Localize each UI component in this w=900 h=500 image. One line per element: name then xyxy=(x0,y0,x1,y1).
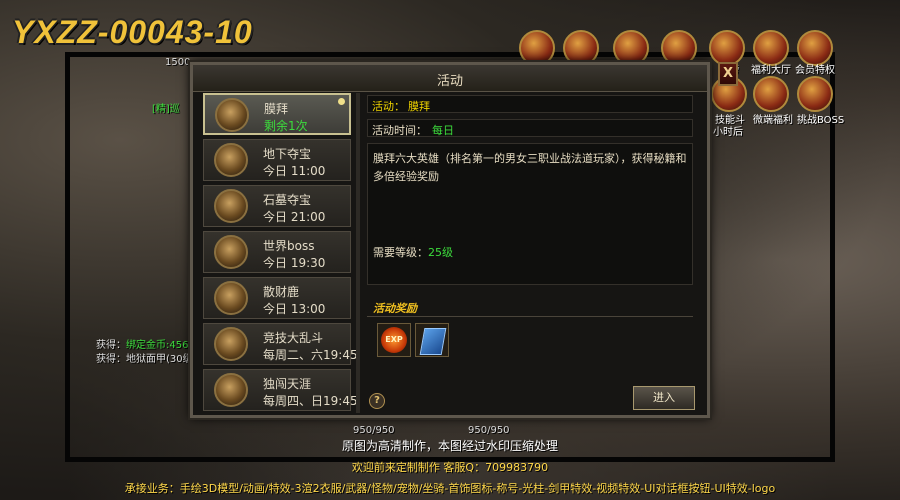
skill-book-reward-icon[interactable] xyxy=(415,323,449,357)
crossed-swords-icon xyxy=(214,327,248,361)
top-label-client: 微端福利 xyxy=(753,115,793,126)
world-boss-icon xyxy=(214,235,248,269)
activity-time: 今日 13:00 xyxy=(263,302,326,316)
top-icon-3[interactable] xyxy=(613,30,649,66)
hud-top-value: 1500 xyxy=(165,57,191,68)
activity-name: 竞技大乱斗 xyxy=(263,331,324,345)
activity-time: 今日 21:00 xyxy=(263,210,326,224)
gain-line-1: 获得：绑定金币:456 xyxy=(96,336,188,351)
top-icon-4[interactable] xyxy=(661,30,697,66)
activity-list-scrollbar[interactable] xyxy=(356,93,360,413)
watermark-line-1: 原图为高清制作，本图经过水印压缩处理 xyxy=(341,439,558,453)
activity-item-worship[interactable]: 膜拜 剩余1次 xyxy=(203,93,351,135)
activity-time: 剩余1次 xyxy=(264,119,308,133)
time-label: 活动时间： xyxy=(372,124,427,137)
activity-item-underground-treasure[interactable]: 地下夺宝 今日 11:00 xyxy=(203,139,351,181)
activity-time: 今日 11:00 xyxy=(263,164,326,178)
enter-button[interactable]: 进入 xyxy=(633,386,695,410)
help-icon[interactable]: ? xyxy=(369,393,385,409)
close-button[interactable]: X xyxy=(718,62,738,86)
activity-item-gold-deer[interactable]: 散财鹿 今日 13:00 xyxy=(203,277,351,319)
activity-item-solo-journey[interactable]: 独闯天涯 每周四、日19:45 xyxy=(203,369,358,411)
top-icon-5[interactable] xyxy=(709,30,745,66)
reward-heading: 活动奖励 xyxy=(373,302,417,315)
activity-time: 今日 19:30 xyxy=(263,256,326,270)
activity-name: 石墓夺宝 xyxy=(263,193,312,207)
top-label-countdown: 小时后 xyxy=(713,127,743,138)
activity-name: 世界boss xyxy=(263,239,315,253)
notification-dot-icon xyxy=(338,98,345,105)
exp-reward-icon[interactable]: EXP xyxy=(377,323,411,357)
watermark-line-3: 承接业务：手绘3D模型/动画/特效-3渲2衣服/武器/怪物/宠物/坐骑-首饰图标… xyxy=(124,482,776,495)
warrior-icon xyxy=(214,373,248,407)
activity-time: 每周二、六19:45 xyxy=(263,348,358,362)
gain-value: 地狱面甲(30级) xyxy=(126,354,197,365)
gold-ingot-icon xyxy=(214,281,248,315)
exp-orb: EXP xyxy=(381,327,407,353)
dialog-title-bar[interactable]: 活动 xyxy=(193,65,707,92)
client-welfare-icon[interactable] xyxy=(753,76,789,112)
activity-value: 膜拜 xyxy=(408,100,430,113)
description-box: 膜拜六大英雄（排名第一的男女三职业战法道玩家），获得秘籍和多倍经验奖励 需要等级… xyxy=(367,143,693,285)
hp-readout-left: 950/950 xyxy=(353,425,395,436)
hp-readout-right: 950/950 xyxy=(468,425,510,436)
hud-left-tag: [精]巡 xyxy=(152,104,180,115)
activity-item-world-boss[interactable]: 世界boss 今日 19:30 xyxy=(203,231,351,273)
underground-treasure-icon xyxy=(214,143,248,177)
top-icon-2[interactable] xyxy=(563,30,599,66)
activity-name: 独闯天涯 xyxy=(263,377,312,391)
activity-label: 活动： xyxy=(372,100,405,113)
worship-icon xyxy=(215,98,249,132)
time-value: 每日 xyxy=(432,124,454,137)
watermark-title: YXZZ-00043-10 xyxy=(12,14,253,50)
top-label-welfare: 福利大厅 xyxy=(751,65,791,76)
activity-item-arena-brawl[interactable]: 竞技大乱斗 每周二、六19:45 xyxy=(203,323,358,365)
level-requirement: 需要等级：25级 xyxy=(373,244,453,260)
dialog-title: 活动 xyxy=(436,74,463,89)
activity-name: 地下夺宝 xyxy=(263,147,312,161)
top-label-boss: 挑战BOSS xyxy=(797,115,845,126)
activity-time-row: 活动时间： 每日 xyxy=(367,119,693,137)
activity-name: 膜拜 xyxy=(264,102,289,116)
boss-challenge-icon[interactable] xyxy=(797,76,833,112)
activity-item-tomb-treasure[interactable]: 石墓夺宝 今日 21:00 xyxy=(203,185,351,227)
activity-name: 散财鹿 xyxy=(263,285,300,299)
watermark-line-2: 欢迎前来定制制作 客服Q：709983790 xyxy=(351,461,549,474)
tomb-treasure-icon xyxy=(214,189,248,223)
top-icon-1[interactable] xyxy=(519,30,555,66)
gain-label: 获得： xyxy=(96,354,126,365)
activity-time: 每周四、日19:45 xyxy=(263,394,358,408)
gain-line-2: 获得：地狱面甲(30级) xyxy=(96,350,197,365)
reward-divider xyxy=(367,316,693,317)
level-label: 需要等级： xyxy=(373,246,428,259)
activity-description: 膜拜六大英雄（排名第一的男女三职业战法道玩家），获得秘籍和多倍经验奖励 xyxy=(373,152,687,183)
activity-name-row: 活动： 膜拜 xyxy=(367,95,693,113)
activity-dialog: 活动 膜拜 剩余1次 地下夺宝 今日 11:00 石墓夺宝 今日 21:00 世… xyxy=(190,62,710,418)
book-icon xyxy=(419,328,447,355)
level-value: 25级 xyxy=(428,246,453,259)
top-label-vip: 会员特权 xyxy=(795,65,835,76)
